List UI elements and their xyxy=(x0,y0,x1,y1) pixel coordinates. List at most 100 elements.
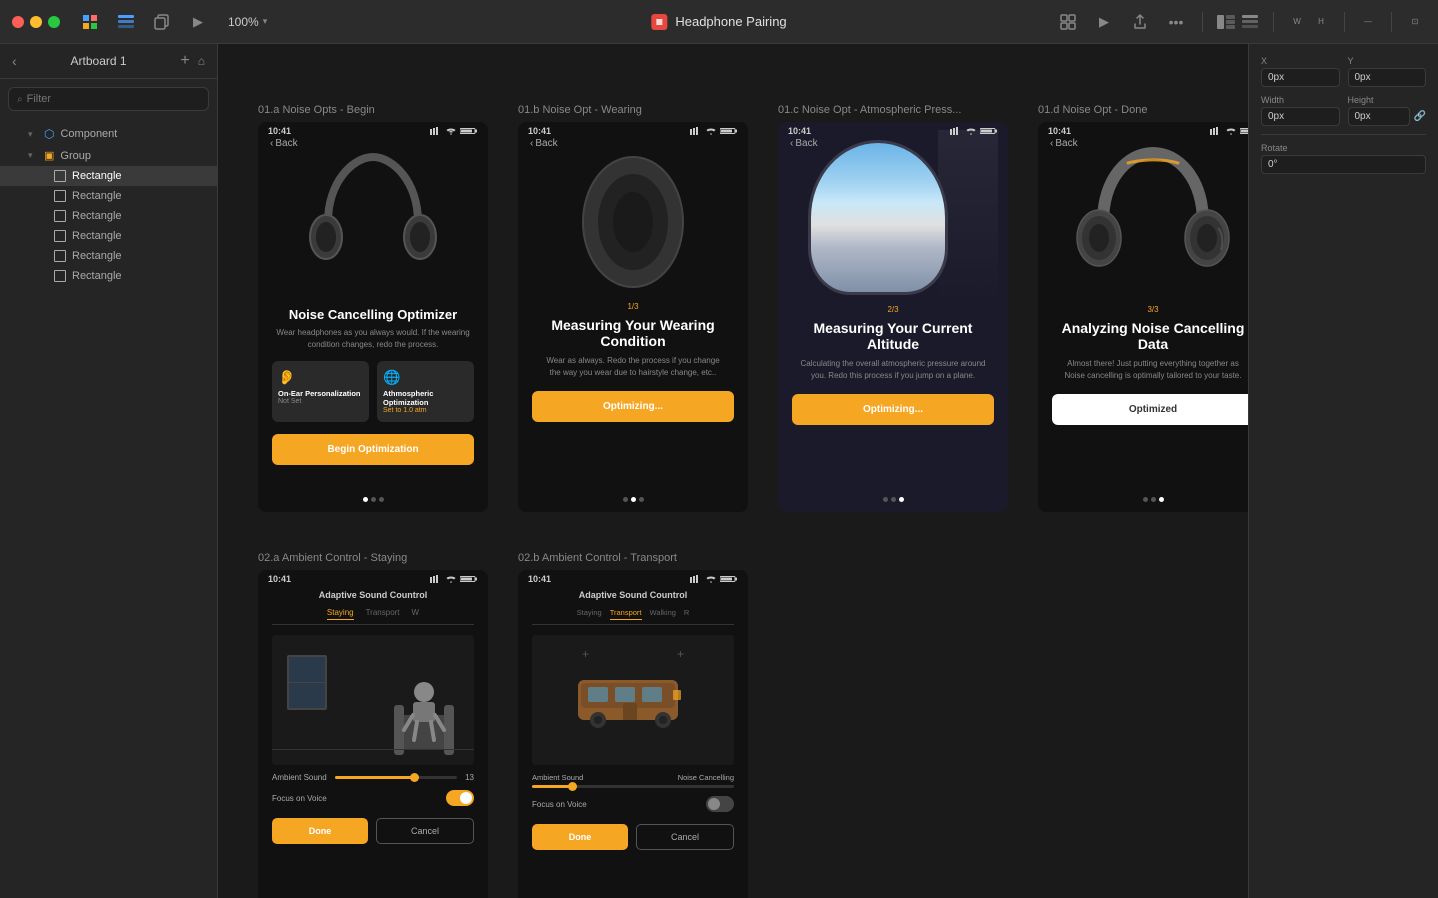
toggle-02b[interactable] xyxy=(706,796,734,812)
layer-item-component[interactable]: ▾ ⬡ Component xyxy=(0,123,217,145)
group-icon: ▣ xyxy=(44,149,54,162)
traffic-light-maximize[interactable] xyxy=(48,16,60,28)
back-nav-01a[interactable]: ‹ Back xyxy=(270,138,298,149)
tab-walking-02b[interactable]: Walking xyxy=(650,608,676,620)
layer-label: Group xyxy=(60,150,91,162)
tab-w[interactable]: W xyxy=(412,608,420,620)
frame-02a[interactable]: 10:41 Adaptive Sound Countrol Sta xyxy=(258,570,488,898)
status-bar-02a: 10:41 xyxy=(258,570,488,588)
frame-01a-content: Noise Cancelling Optimizer Wear headphon… xyxy=(258,307,488,465)
layer-item-rect-1[interactable]: Rectangle xyxy=(0,166,217,186)
toggle-row-02a: Focus on Voice xyxy=(272,790,474,806)
frame-01d-wrapper: 01.d Noise Opt - Done 10:41 ‹ xyxy=(1038,104,1248,512)
play-icon[interactable]: ▶ xyxy=(184,8,212,36)
layer-item-group[interactable]: ▾ ▣ Group xyxy=(0,145,217,166)
canvas[interactable]: 01.a Noise Opts - Begin 10:41 ‹ xyxy=(218,44,1248,898)
layer-item-rect-4[interactable]: Rectangle xyxy=(0,226,217,246)
zoom-arrow: ▾ xyxy=(263,16,268,27)
height-label: Height xyxy=(1348,95,1427,105)
lock-icon[interactable]: 🔗 xyxy=(1414,111,1426,122)
frames-row1: 01.a Noise Opts - Begin 10:41 ‹ xyxy=(258,104,1208,512)
frame-01c[interactable]: 10:41 ‹ Back xyxy=(778,122,1008,512)
size-icon-1[interactable]: W xyxy=(1286,11,1308,33)
size-icon-2[interactable]: H xyxy=(1310,11,1332,33)
rotate-value[interactable]: 0° xyxy=(1261,155,1426,174)
add-layer-button[interactable]: + xyxy=(180,52,189,70)
status-bar-02b: 10:41 xyxy=(518,570,748,588)
begin-optimization-button[interactable]: Begin Optimization xyxy=(272,434,474,465)
tab-r-02b[interactable]: R xyxy=(684,608,689,620)
filter-input[interactable] xyxy=(27,93,200,105)
dots-01d xyxy=(1038,497,1248,502)
x-value[interactable]: 0px xyxy=(1261,68,1340,87)
frame-01a[interactable]: 10:41 ‹ Back xyxy=(258,122,488,512)
back-nav-01b[interactable]: ‹ Back xyxy=(530,138,558,149)
view-icon-1[interactable] xyxy=(1215,11,1237,33)
dots-01c xyxy=(778,497,1008,502)
canvas-inner: 01.a Noise Opts - Begin 10:41 ‹ xyxy=(218,44,1248,898)
back-text-01d: Back xyxy=(1055,138,1077,149)
slider-value-02a: 13 xyxy=(465,773,474,782)
home-icon[interactable]: ⌂ xyxy=(198,54,205,68)
optimized-button[interactable]: Optimized xyxy=(1052,394,1248,425)
frame-01a-desc: Wear headphones as you always would. If … xyxy=(272,327,474,351)
slider-thumb-02b[interactable] xyxy=(568,782,577,791)
share-icon[interactable] xyxy=(1126,8,1154,36)
search-box[interactable]: ⌕ xyxy=(8,87,209,111)
ruler-icon[interactable]: — xyxy=(1357,11,1379,33)
height-value[interactable]: 0px xyxy=(1348,107,1410,126)
back-nav-01c[interactable]: ‹ Back xyxy=(790,138,818,149)
view-icon-2[interactable] xyxy=(1239,11,1261,33)
optimizing-button-01b[interactable]: Optimizing... xyxy=(532,391,734,422)
y-value[interactable]: 0px xyxy=(1348,68,1427,87)
traffic-light-close[interactable] xyxy=(12,16,24,28)
frame-01b[interactable]: 10:41 ‹ Back xyxy=(518,122,748,512)
toggle-02a[interactable] xyxy=(446,790,474,806)
copy-icon[interactable] xyxy=(148,8,176,36)
done-button-02a[interactable]: Done xyxy=(272,818,368,844)
cancel-button-02b[interactable]: Cancel xyxy=(636,824,734,850)
time-02b: 10:41 xyxy=(528,574,551,584)
dot-3 xyxy=(639,497,644,502)
more-options-icon[interactable]: ••• xyxy=(1162,8,1190,36)
layer-item-rect-3[interactable]: Rectangle xyxy=(0,206,217,226)
frame-01d-label: 01.d Noise Opt - Done xyxy=(1038,104,1248,116)
tab-transport-02b[interactable]: Transport xyxy=(610,608,642,620)
slider-track-02a[interactable] xyxy=(335,776,457,779)
rect-icon xyxy=(54,270,66,282)
component-icon: ⬡ xyxy=(44,127,54,141)
zoom-control[interactable]: 100% ▾ xyxy=(220,11,275,33)
slider-thumb-02a[interactable] xyxy=(410,773,419,782)
tab-transport[interactable]: Transport xyxy=(366,608,400,620)
layers-icon[interactable] xyxy=(112,8,140,36)
status-icons-01a xyxy=(430,127,478,135)
layer-item-rect-6[interactable]: Rectangle xyxy=(0,266,217,286)
rotate-label: Rotate xyxy=(1261,143,1426,153)
layer-item-rect-2[interactable]: Rectangle xyxy=(0,186,217,206)
done-button-02b[interactable]: Done xyxy=(532,824,628,850)
btn-row-02b: Done Cancel xyxy=(532,824,734,850)
sidebar-title: Artboard 1 xyxy=(25,54,173,68)
grid-view-icon[interactable] xyxy=(1054,8,1082,36)
width-value[interactable]: 0px xyxy=(1261,107,1340,126)
frame-01a-title: Noise Cancelling Optimizer xyxy=(272,307,474,322)
optimizing-button-01c[interactable]: Optimizing... xyxy=(792,394,994,425)
layer-item-rect-5[interactable]: Rectangle xyxy=(0,246,217,266)
back-button[interactable]: ‹ xyxy=(12,53,17,69)
resize-icon[interactable]: ⊡ xyxy=(1404,11,1426,33)
app-icon[interactable] xyxy=(76,8,104,36)
x-label: X xyxy=(1261,56,1340,66)
slider-track-02b[interactable] xyxy=(532,785,734,788)
traffic-light-minimize[interactable] xyxy=(30,16,42,28)
frame-01d[interactable]: 10:41 ‹ Back xyxy=(1038,122,1248,512)
tab-staying-02b[interactable]: Staying xyxy=(577,608,602,620)
toggle-label-02b: Focus on Voice xyxy=(532,800,587,809)
present-icon[interactable]: ▶ xyxy=(1090,8,1118,36)
back-text-01c: Back xyxy=(795,138,817,149)
back-text-01b: Back xyxy=(535,138,557,149)
cancel-button-02a[interactable]: Cancel xyxy=(376,818,474,844)
topbar-left: ▶ 100% ▾ xyxy=(12,8,275,36)
back-nav-01d[interactable]: ‹ Back xyxy=(1050,138,1078,149)
frame-02b[interactable]: 10:41 Adaptive Sound Countrol Sta xyxy=(518,570,748,898)
tab-staying[interactable]: Staying xyxy=(327,608,354,620)
